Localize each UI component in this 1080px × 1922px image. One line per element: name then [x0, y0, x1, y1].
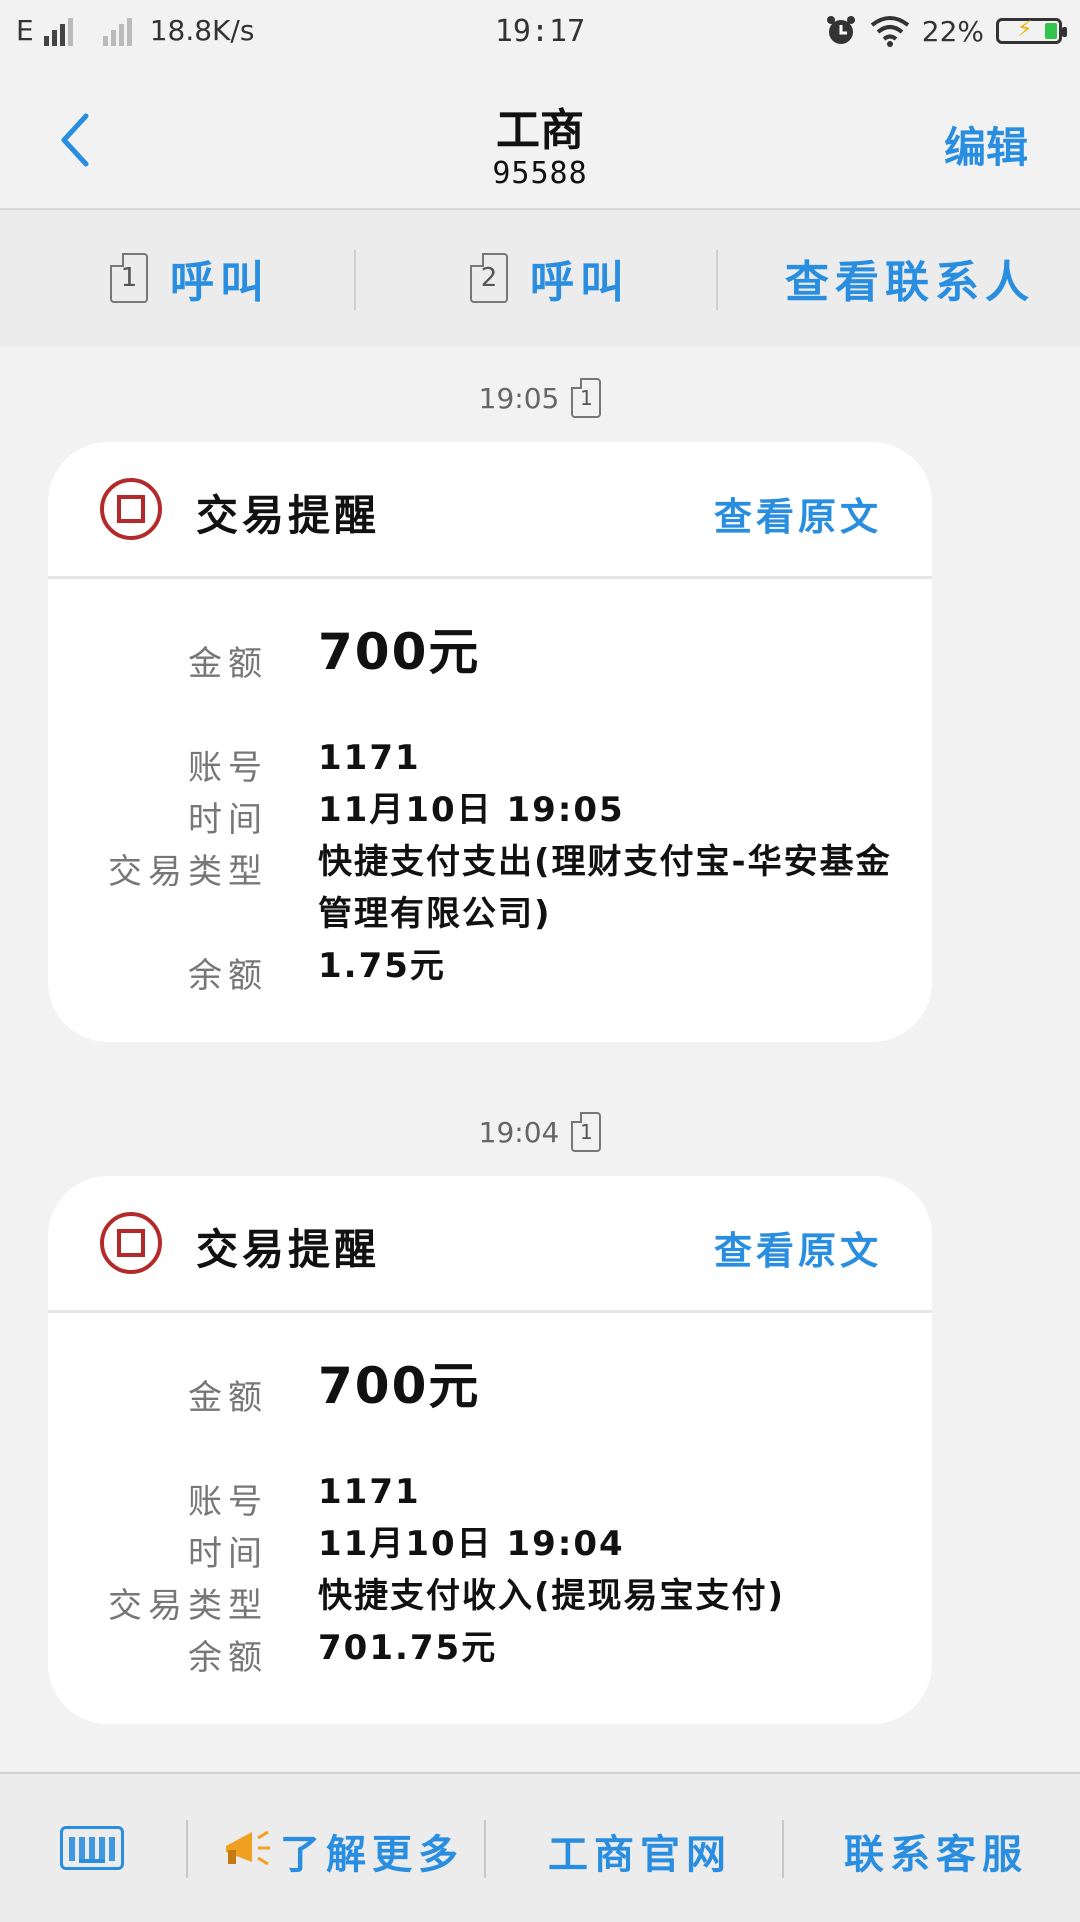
time-label: 时间: [188, 800, 268, 840]
account-label: 账号: [188, 748, 268, 788]
message-card[interactable]: 交易提醒 查看原文 金额 700元 账号 1171 时间 11月10日 19:0…: [48, 1176, 932, 1724]
time-value: 11月10日 19:04: [318, 1524, 625, 1564]
balance-label: 余额: [188, 1638, 268, 1678]
action-bar: 1 呼叫 2 呼叫 查看联系人: [0, 210, 1080, 346]
message-time: 19:04: [478, 1115, 560, 1149]
card-header: 交易提醒 查看原文: [48, 442, 932, 579]
megaphone-icon: [226, 1830, 270, 1866]
type-label: 交易类型: [108, 1586, 268, 1626]
sim1-icon: 1: [110, 253, 148, 303]
amount-value: 700元: [318, 623, 481, 681]
battery-icon: ⚡: [996, 17, 1067, 44]
message-timestamp: 19:05 1: [0, 378, 1080, 418]
view-original-button[interactable]: 查看原文: [714, 486, 882, 541]
bottom-menu-bar: 了解更多 工商官网 联系客服: [0, 1772, 1080, 1922]
view-original-button[interactable]: 查看原文: [714, 1220, 882, 1275]
battery-percent: 22%: [921, 14, 984, 48]
divider: [716, 250, 718, 310]
divider: [186, 1820, 188, 1878]
official-site-button[interactable]: 工商官网: [548, 1822, 732, 1880]
balance-value: 701.75元: [318, 1628, 498, 1668]
balance-value: 1.75元: [318, 946, 446, 986]
contact-title: 工商: [496, 105, 584, 156]
account-label: 账号: [188, 1482, 268, 1522]
header: 工商 95588 编辑: [0, 72, 1080, 210]
contact-number: 95588: [492, 156, 588, 191]
icbc-logo-icon: [100, 1212, 162, 1274]
type-value: 快捷支付支出(理财支付宝-华安基金管理有限公司): [318, 842, 892, 934]
card-title: 交易提醒: [196, 491, 381, 540]
icbc-logo-icon: [100, 478, 162, 540]
card-header: 交易提醒 查看原文: [48, 1176, 932, 1313]
message-time: 19:05: [478, 381, 560, 415]
wifi-icon: [870, 16, 909, 47]
type-label: 交易类型: [108, 852, 268, 892]
sim2-icon: 2: [470, 253, 508, 303]
view-contact-label: 查看联系人: [785, 257, 1035, 308]
learn-more-button[interactable]: 了解更多: [280, 1822, 464, 1880]
edit-button[interactable]: 编辑: [944, 114, 1028, 175]
status-right: 22% ⚡: [824, 14, 1067, 48]
account-value: 1171: [318, 738, 421, 778]
sim1-icon: 1: [571, 1112, 602, 1152]
call-sim1-button[interactable]: 1 呼叫: [60, 210, 320, 346]
alarm-icon: [826, 16, 855, 44]
divider: [782, 1820, 784, 1878]
time-label: 时间: [188, 1534, 268, 1574]
divider: [354, 250, 356, 310]
amount-label: 金额: [188, 644, 268, 684]
amount-value: 700元: [318, 1357, 481, 1415]
sim1-icon: 1: [571, 378, 602, 418]
status-bar: E 18.8K/s 19:17 22% ⚡: [0, 0, 1080, 72]
balance-label: 余额: [188, 956, 268, 996]
call-sim2-label: 呼叫: [530, 257, 630, 308]
card-title: 交易提醒: [196, 1225, 381, 1274]
call-sim1-label: 呼叫: [170, 257, 270, 308]
message-timestamp: 19:04 1: [0, 1112, 1080, 1152]
time-value: 11月10日 19:05: [318, 790, 625, 830]
message-card[interactable]: 交易提醒 查看原文 金额 700元 账号 1171 时间 11月10日 19:0…: [48, 442, 932, 1042]
contact-service-button[interactable]: 联系客服: [844, 1822, 1028, 1880]
type-value: 快捷支付收入(提现易宝支付): [318, 1576, 786, 1616]
account-value: 1171: [318, 1472, 421, 1512]
view-contact-button[interactable]: 查看联系人: [760, 210, 1060, 346]
amount-label: 金额: [188, 1378, 268, 1418]
keyboard-icon[interactable]: [60, 1826, 124, 1870]
call-sim2-button[interactable]: 2 呼叫: [420, 210, 680, 346]
divider: [484, 1820, 486, 1878]
